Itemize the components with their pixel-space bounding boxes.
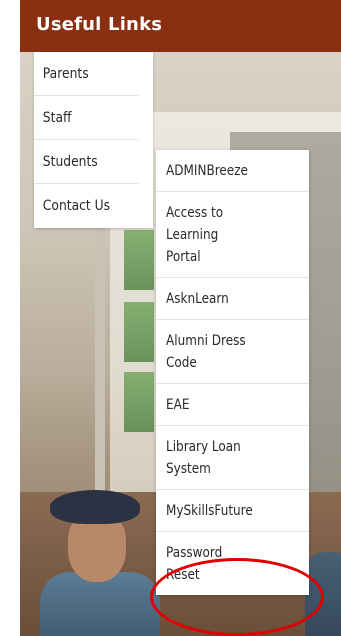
submenu-item-label: MySkillsFuture bbox=[166, 503, 253, 519]
submenu-item-access-to-learning-portal[interactable]: Access to Learning Portal bbox=[156, 192, 309, 278]
photo-window bbox=[124, 302, 154, 362]
menu-item-students[interactable]: Students bbox=[34, 140, 139, 184]
photo-window bbox=[124, 230, 154, 290]
page-frame: Useful Links Parents Staff Students Cont… bbox=[20, 0, 341, 636]
submenu-item-label: EAE bbox=[166, 397, 190, 413]
menu-item-parents[interactable]: Parents bbox=[34, 52, 139, 96]
useful-links-header: Useful Links bbox=[20, 0, 341, 52]
submenu-item-label: Library Loan System bbox=[166, 439, 241, 477]
submenu-item-adminbreeze[interactable]: ADMINBreeze bbox=[156, 150, 309, 192]
header-title: Useful Links bbox=[36, 14, 163, 35]
submenu-item-alumni-dress-code[interactable]: Alumni Dress Code bbox=[156, 320, 309, 384]
submenu-item-password-reset[interactable]: Password Reset bbox=[156, 532, 309, 595]
submenu-item-myskillsfuture[interactable]: MySkillsFuture bbox=[156, 490, 309, 532]
submenu-item-library-loan-system[interactable]: Library Loan System bbox=[156, 426, 309, 490]
submenu-item-eae[interactable]: EAE bbox=[156, 384, 309, 426]
menu-item-contact-us[interactable]: Contact Us bbox=[34, 184, 139, 228]
submenu-item-label: Access to Learning Portal bbox=[166, 205, 224, 265]
useful-links-menu: Parents Staff Students Contact Us bbox=[34, 52, 153, 228]
submenu-item-label: AsknLearn bbox=[166, 291, 229, 307]
photo-cadet bbox=[40, 472, 160, 636]
submenu-item-asknlearn[interactable]: AsknLearn bbox=[156, 278, 309, 320]
students-submenu: ADMINBreeze Access to Learning Portal As… bbox=[156, 150, 309, 595]
submenu-item-label: Alumni Dress Code bbox=[166, 333, 246, 371]
photo-window bbox=[124, 372, 154, 432]
menu-item-staff[interactable]: Staff bbox=[34, 96, 139, 140]
submenu-item-label: Password Reset bbox=[166, 545, 223, 583]
photo-cadet-background bbox=[305, 552, 341, 636]
submenu-item-label: ADMINBreeze bbox=[166, 163, 248, 179]
cadet-beret bbox=[50, 490, 140, 524]
